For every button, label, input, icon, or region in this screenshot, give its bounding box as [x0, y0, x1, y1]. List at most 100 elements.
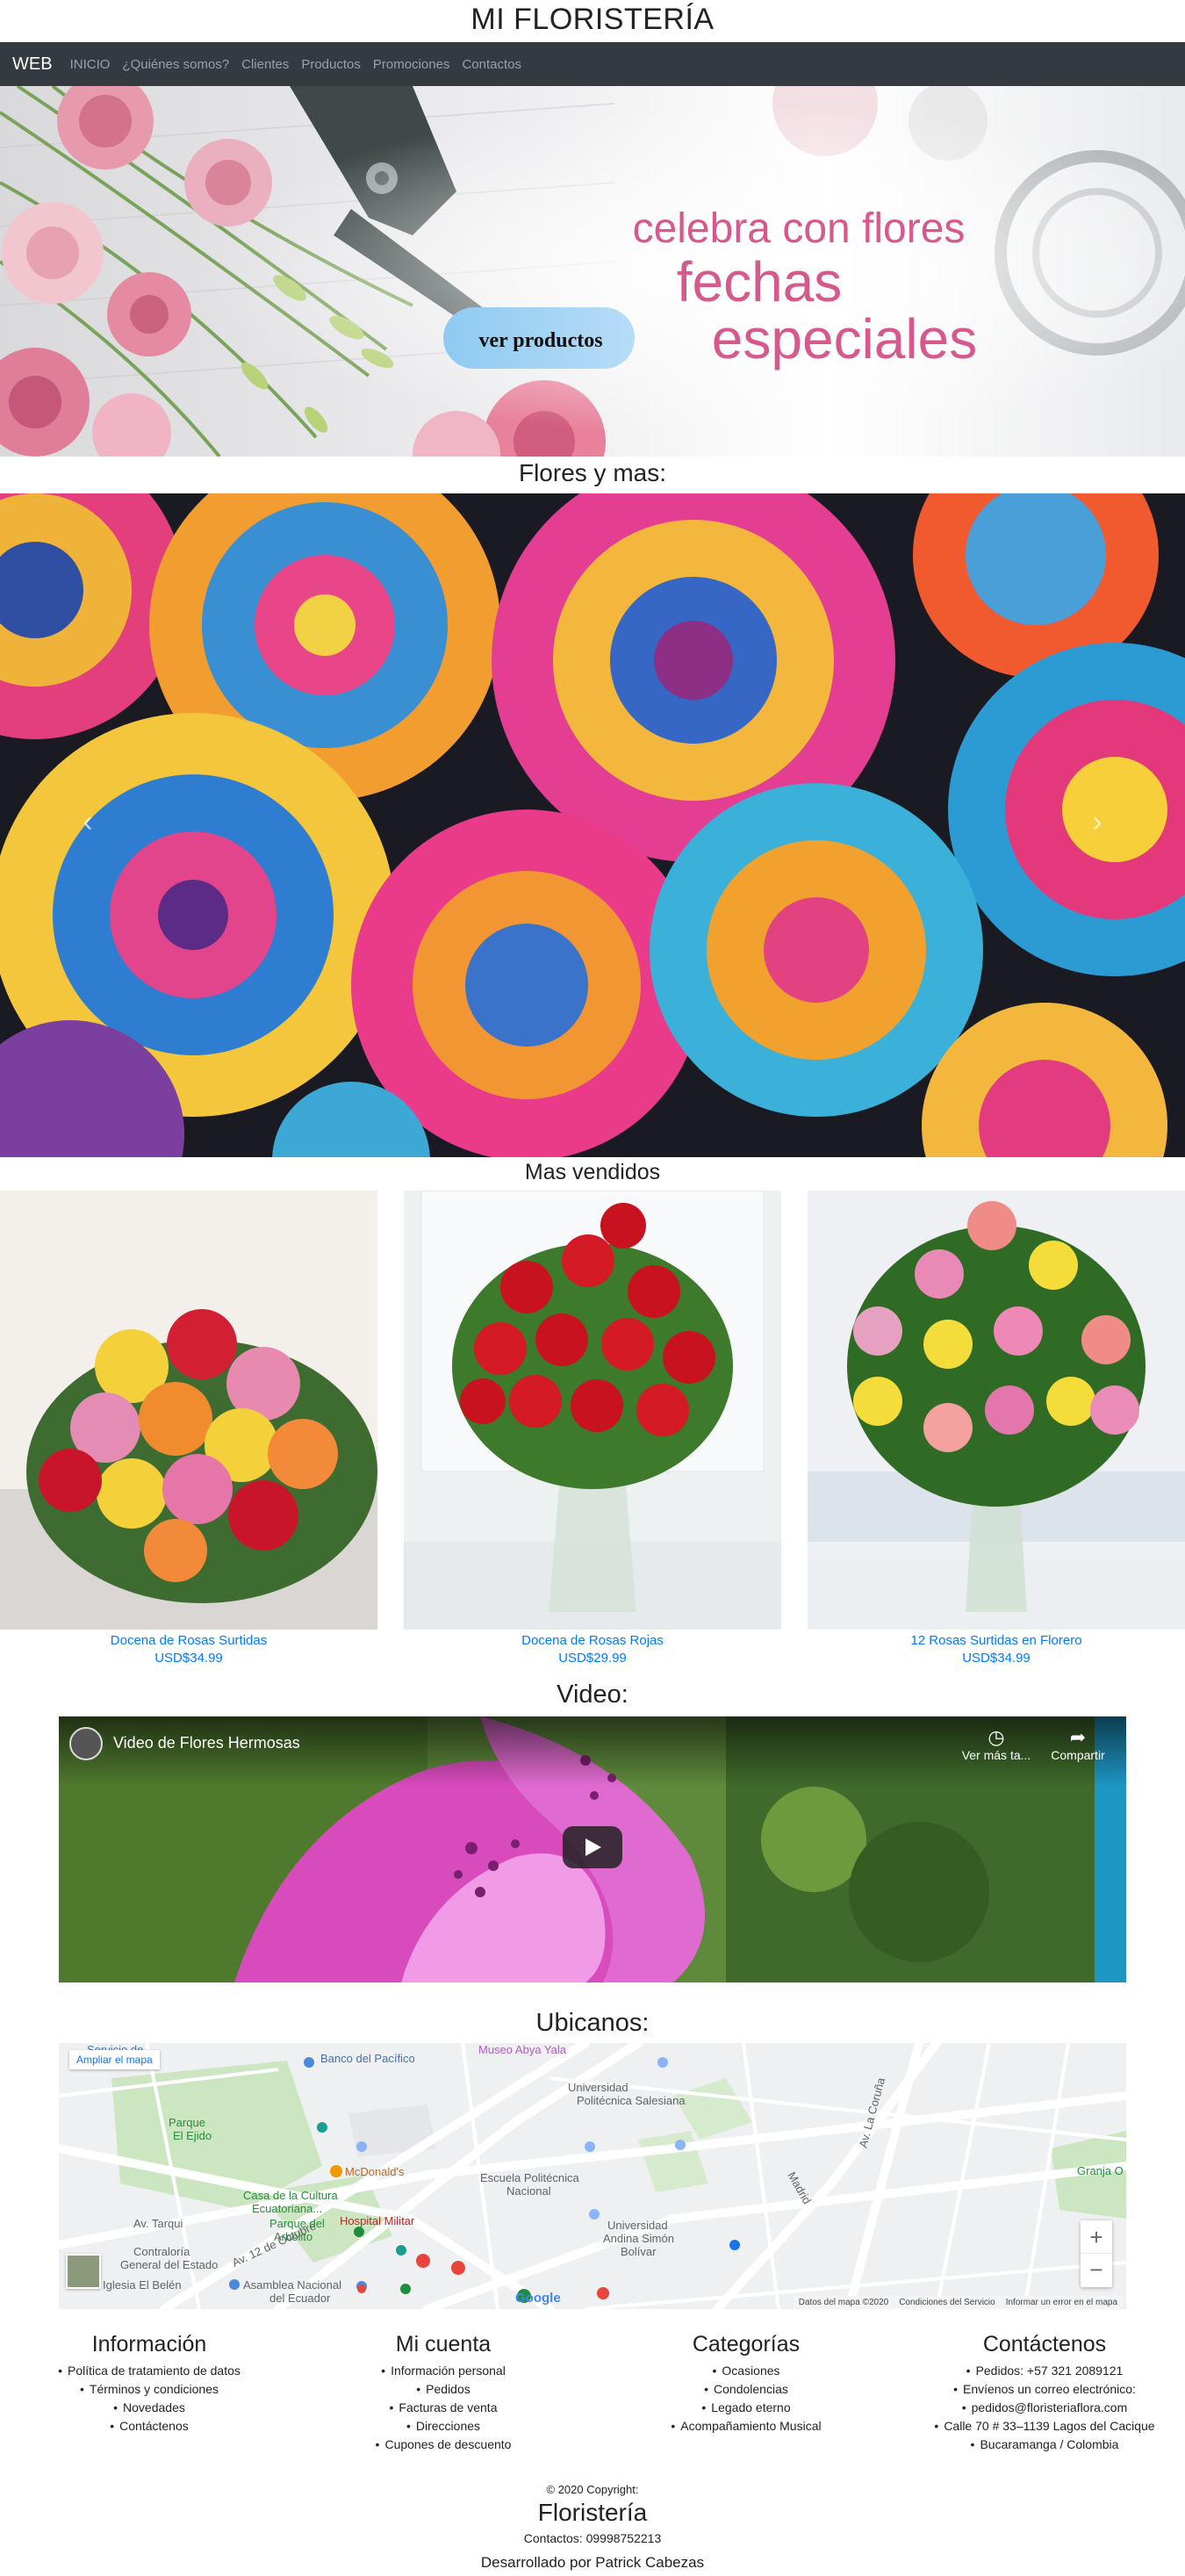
nav-link-quienes-somos[interactable]: ¿Quiénes somos? [122, 57, 229, 72]
footer-heading: Mi cuenta [395, 2332, 492, 2357]
watch-later-label: Ver más ta... [961, 1748, 1031, 1762]
section-heading-video: Video: [557, 1680, 628, 1709]
hero-line-3: especiales [712, 307, 977, 371]
rainbow-roses-image [0, 493, 1185, 1157]
footer-link[interactable]: Información personal [316, 2362, 571, 2380]
watch-later-button[interactable]: ◷ Ver más ta... [957, 1727, 1036, 1763]
copyright-text: © 2020 Copyright: [546, 2483, 639, 2496]
play-icon [585, 1838, 601, 1856]
svg-text:Parque: Parque [169, 2116, 205, 2129]
share-icon: ➦ [1069, 1726, 1087, 1748]
footer-link[interactable]: Legado eterno [614, 2399, 878, 2417]
enlarge-map-link[interactable]: Ampliar el mapa [69, 2050, 160, 2069]
svg-text:El Ejido: El Ejido [173, 2129, 212, 2142]
carousel-next-icon[interactable]: › [1080, 805, 1115, 845]
footer-link[interactable]: Ocasiones [614, 2362, 878, 2380]
product-price: USD$29.99 [558, 1651, 627, 1666]
svg-text:del Ecuador: del Ecuador [269, 2292, 331, 2305]
footer-column-mi-cuenta: Mi cuenta Información personal Pedidos F… [316, 2330, 571, 2454]
zoom-out-icon[interactable]: − [1081, 2254, 1112, 2287]
product-image[interactable] [404, 1191, 781, 1630]
hero-banner: celebra con flores fechas especiales ver… [0, 86, 1185, 457]
footer-link[interactable]: Acompañamiento Musical [614, 2417, 878, 2436]
hero-cta-button[interactable]: ver productos [443, 307, 635, 369]
footer-column-informacion: Información Política de tratamiento de d… [18, 2330, 281, 2436]
footer-heading: Contáctenos [982, 2332, 1107, 2357]
assorted-roses-bouquet-image [0, 1191, 377, 1630]
footer-link[interactable]: Cupones de descuento [316, 2436, 571, 2454]
product-name[interactable]: Docena de Rosas Surtidas [0, 1633, 377, 1649]
svg-text:Universidad: Universidad [607, 2219, 668, 2232]
red-roses-vase-image [404, 1191, 781, 1630]
video-title[interactable]: Video de Flores Hermosas [113, 1734, 300, 1752]
footer-link[interactable]: Política de tratamiento de datos [18, 2362, 281, 2380]
satellite-toggle[interactable] [66, 2254, 101, 2289]
footer-link[interactable]: Pedidos [316, 2380, 571, 2399]
video-embed[interactable]: Video de Flores Hermosas ◷ Ver más ta...… [59, 1716, 1126, 1982]
product-name[interactable]: 12 Rosas Surtidas en Florero [808, 1633, 1185, 1649]
footer-email[interactable]: pedidos@floristeriaflora.com [913, 2399, 1176, 2417]
nav-link-inicio[interactable]: INICIO [70, 57, 111, 72]
svg-text:Ecuatoriana...: Ecuatoriana... [252, 2202, 322, 2215]
product-image[interactable] [0, 1191, 377, 1630]
zoom-control: + − [1081, 2220, 1112, 2287]
map-data-credit: Datos del mapa ©2020 [798, 2298, 889, 2307]
footer-link[interactable]: Términos y condiciones [18, 2380, 281, 2399]
map-canvas[interactable]: Servicio de Banco del Pacífico Museo Aby… [59, 2043, 1126, 2309]
svg-text:Granja O: Granja O [1077, 2164, 1124, 2177]
nav-link-promociones[interactable]: Promociones [373, 57, 450, 72]
play-button[interactable] [563, 1826, 622, 1868]
footer-link[interactable]: Facturas de venta [316, 2399, 571, 2417]
hero-background-image: celebra con flores fechas especiales ver… [0, 86, 1185, 457]
svg-text:Andina Simón: Andina Simón [603, 2232, 674, 2245]
hero-line-2: fechas [677, 250, 843, 313]
hero-cta-label: ver productos [478, 329, 602, 352]
product-price: USD$34.99 [154, 1651, 223, 1666]
carousel-prev-icon[interactable]: ‹ [70, 805, 105, 845]
map-attribution: Datos del mapa ©2020 Condiciones del Ser… [793, 2296, 1123, 2309]
footer-link[interactable]: Direcciones [316, 2417, 571, 2436]
hero-line-1: celebra con flores [633, 205, 966, 252]
product-image[interactable] [808, 1191, 1185, 1630]
nav-link-contactos[interactable]: Contactos [462, 57, 521, 72]
flower-carousel[interactable]: ‹ › [0, 493, 1185, 1157]
product-card[interactable]: 12 Rosas Surtidas en Florero USD$34.99 [808, 1191, 1185, 1668]
footer-link[interactable]: Contáctenos [18, 2417, 281, 2436]
svg-text:Bolívar: Bolívar [621, 2245, 657, 2258]
footer-link[interactable]: Novedades [18, 2399, 281, 2417]
share-button[interactable]: ➦ Compartir [1043, 1726, 1113, 1763]
footer-heading: Información [91, 2332, 207, 2357]
footer-contact: Contactos: 09998752213 [523, 2531, 662, 2545]
product-name[interactable]: Docena de Rosas Rojas [404, 1633, 781, 1649]
nav-link-clientes[interactable]: Clientes [241, 57, 289, 72]
product-card[interactable]: Docena de Rosas Rojas USD$29.99 [404, 1191, 781, 1668]
svg-text:Universidad: Universidad [568, 2081, 628, 2094]
svg-text:McDonald's: McDonald's [345, 2165, 405, 2178]
map-report-link[interactable]: Informar un error en el mapa [1006, 2298, 1117, 2307]
svg-text:Politécnica Salesiana: Politécnica Salesiana [577, 2094, 686, 2107]
svg-text:Hospital Militar: Hospital Militar [340, 2214, 415, 2227]
share-label: Compartir [1051, 1748, 1105, 1762]
footer-email-label: Envíenos un correo electrónico: [913, 2380, 1176, 2399]
footer-brand[interactable]: Floristería [0, 2498, 1185, 2528]
channel-avatar[interactable] [69, 1727, 103, 1760]
assorted-roses-vase-image [808, 1191, 1185, 1630]
section-heading-flowers: Flores y mas: [518, 459, 667, 486]
svg-text:Escuela Politécnica: Escuela Politécnica [480, 2171, 579, 2184]
svg-text:Iglesia El Belén: Iglesia El Belén [103, 2278, 182, 2292]
section-heading-best-sellers: Mas vendidos [524, 1160, 661, 1184]
svg-text:Asamblea Nacional: Asamblea Nacional [243, 2278, 341, 2292]
nav-link-productos[interactable]: Productos [301, 57, 361, 72]
footer-link[interactable]: Condolencias [614, 2380, 878, 2399]
footer-address: Calle 70 # 33–1139 Lagos del Cacique [913, 2417, 1176, 2436]
svg-text:General del Estado: General del Estado [120, 2258, 218, 2271]
product-price: USD$34.99 [962, 1651, 1031, 1666]
footer-column-categorias: Categorías Ocasiones Condolencias Legado… [614, 2330, 878, 2436]
product-card[interactable]: Docena de Rosas Surtidas USD$34.99 [0, 1191, 377, 1668]
map-embed[interactable]: Servicio de Banco del Pacífico Museo Aby… [59, 2043, 1126, 2309]
map-terms-link[interactable]: Condiciones del Servicio [899, 2298, 995, 2307]
section-heading-location: Ubicanos: [535, 2009, 650, 2037]
footer-credit: Desarrollado por Patrick Cabezas [480, 2554, 705, 2571]
nav-brand[interactable]: WEB [12, 54, 53, 75]
zoom-in-icon[interactable]: + [1081, 2220, 1112, 2254]
